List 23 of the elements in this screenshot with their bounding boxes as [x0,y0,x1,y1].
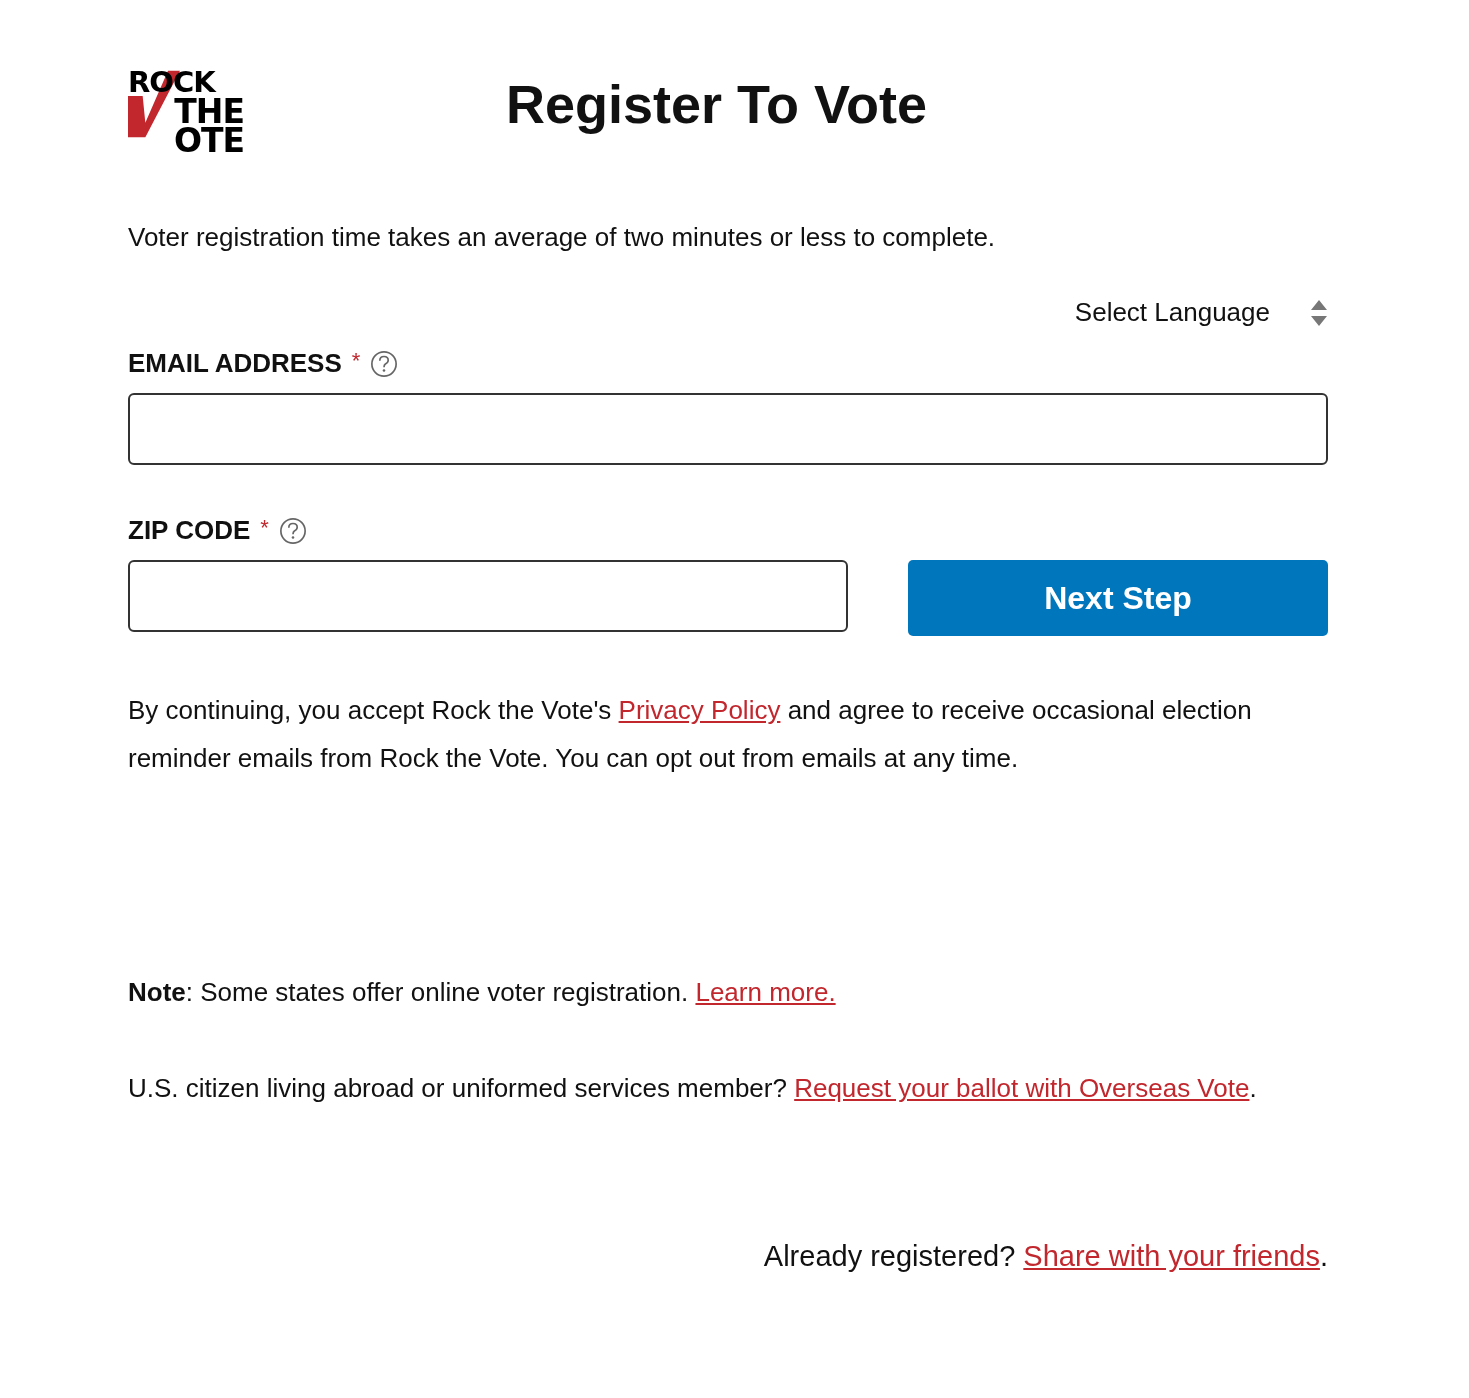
intro-text: Voter registration time takes an average of two minutes or less to complete. [128,222,997,253]
language-select[interactable]: Select Language [1074,297,1328,328]
email-field[interactable] [128,393,1328,465]
learn-more-link[interactable]: Learn more. [695,977,836,1007]
field-label: ZIP CODE [128,515,251,546]
help-icon[interactable] [278,516,307,545]
share-text: Already registered? Share with your friends. [762,1239,1328,1274]
sort-arrows-icon [1310,298,1328,327]
consent-text: By continuing, you accept Rock the Vote's Privacy Policy and agree to receive occasional election reminder emails from Rock the Vote. You can opt out from emails at any time. [128,694,1253,775]
help-icon[interactable] [370,349,399,378]
required-mark: * [351,348,361,374]
share-link[interactable]: Share with your friends [1023,1240,1320,1272]
privacy-policy-link[interactable]: Privacy Policy [618,695,781,725]
note-text: Note: Some states offer online voter registration. Learn more. [128,976,837,1009]
logo-text: THE [174,97,244,126]
logo-text: OTE [173,126,244,155]
field-label: EMAIL ADDRESS [128,348,342,379]
overseas-text: U.S. citizen living abroad or uniformed services member? Request your ballot with Overseas Vote. [128,1072,1258,1105]
required-mark: * [260,515,269,541]
zip-field[interactable] [128,560,848,632]
next-step-button[interactable]: Next Step [908,560,1328,636]
page-title: Register To Vote [506,73,928,135]
overseas-vote-link[interactable]: Request your ballot with Overseas Vote [794,1073,1250,1103]
